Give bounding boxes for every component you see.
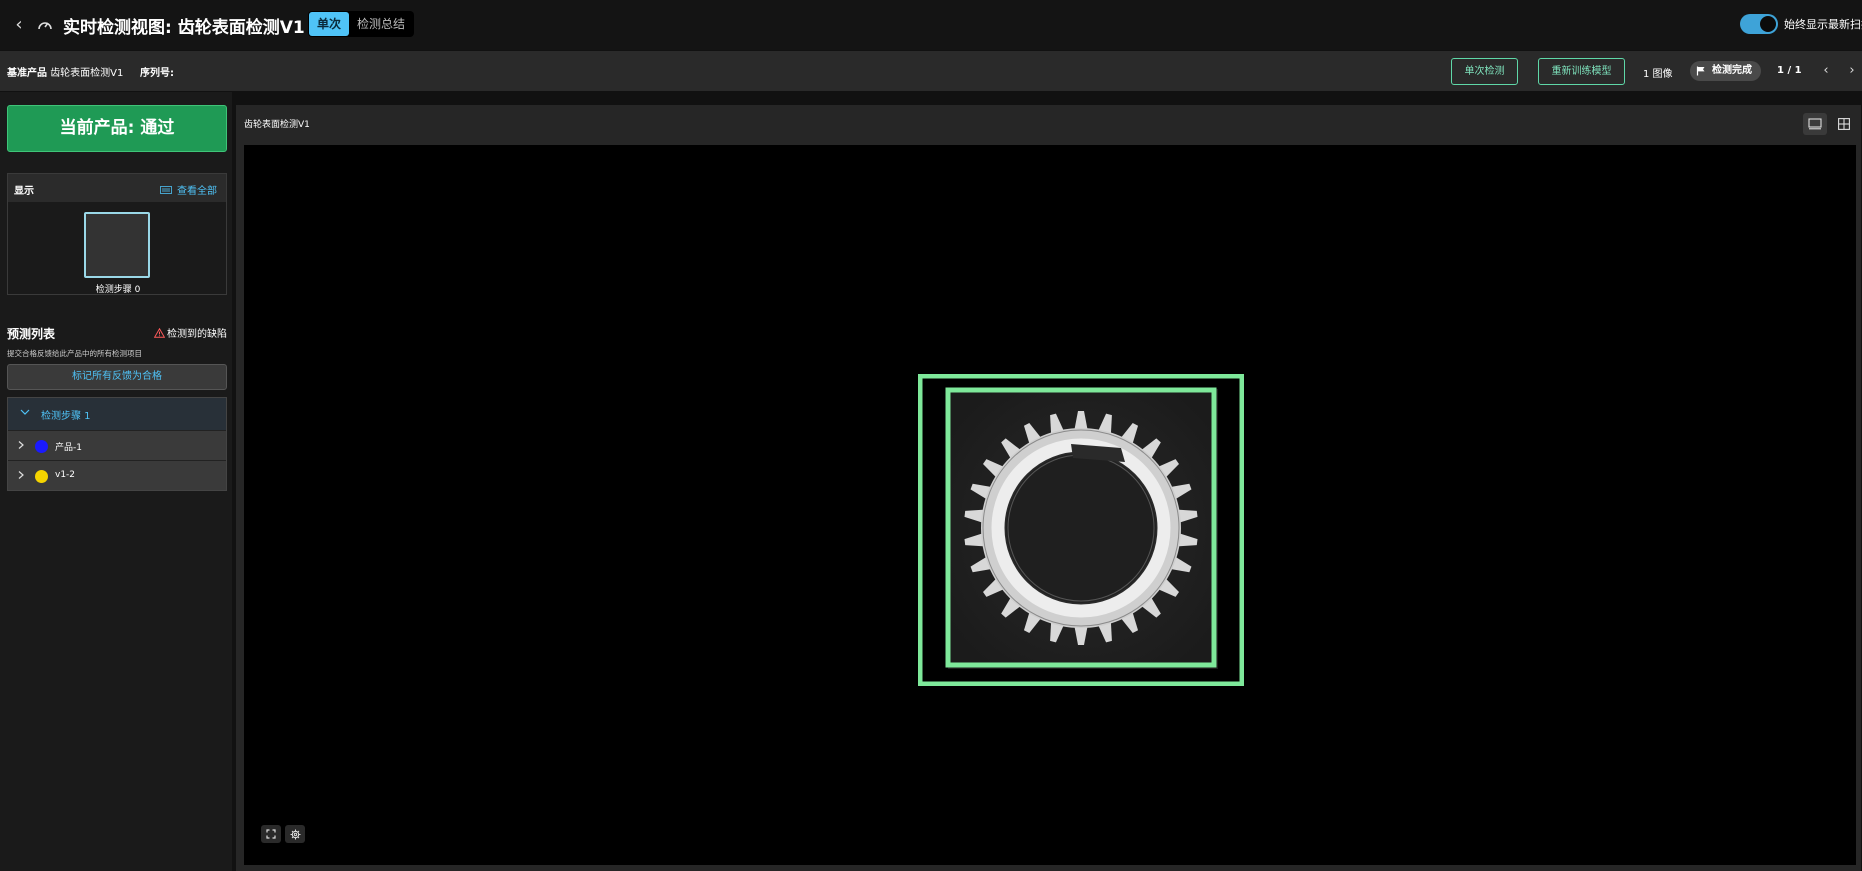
mark-all-pass-button[interactable]: 标记所有反馈为合格 xyxy=(7,364,227,390)
latest-scan-toggle[interactable] xyxy=(1740,14,1778,34)
single-inspect-button[interactable]: 单次检测 xyxy=(1451,58,1518,85)
retrain-model-button[interactable]: 重新训练模型 xyxy=(1538,58,1625,85)
grid-icon xyxy=(1838,118,1850,130)
list-icon xyxy=(160,185,172,194)
settings-button[interactable] xyxy=(285,825,305,843)
list-item[interactable]: v1-2 xyxy=(8,460,226,490)
step-group-label: 检测步骤 1 xyxy=(41,411,91,422)
product-label: 基准产品 xyxy=(7,68,47,79)
detected-defects[interactable]: 检测到的缺陷 xyxy=(154,325,227,340)
flag-icon xyxy=(1696,66,1705,76)
inspection-image xyxy=(917,373,1245,687)
list-item[interactable]: 产品-1 xyxy=(8,430,226,460)
color-dot xyxy=(35,470,48,483)
item-label: v1-2 xyxy=(55,470,76,480)
step-group-header[interactable]: 检测步骤 1 xyxy=(8,398,226,430)
tab-single[interactable]: 单次 xyxy=(309,12,350,36)
image-canvas[interactable] xyxy=(244,145,1856,865)
viewer-title: 齿轮表面检测V1 xyxy=(244,120,310,130)
status-badge: 检测完成 xyxy=(1690,61,1761,81)
display-title: 显示 xyxy=(14,186,34,197)
product-value: 齿轮表面检测V1 xyxy=(50,68,124,79)
tab-summary[interactable]: 检测总结 xyxy=(349,12,413,36)
thumbnail-label: 检测步骤 0 xyxy=(95,285,141,295)
display-header: 显示 查看全部 xyxy=(8,174,226,202)
monitor-icon xyxy=(1808,118,1822,130)
result-banner: 当前产品: 通过 xyxy=(7,105,227,152)
chevron-right-icon xyxy=(18,441,24,449)
next-page-icon[interactable]: › xyxy=(1845,63,1859,79)
view-all-label: 查看全部 xyxy=(177,186,217,197)
step-thumbnail[interactable] xyxy=(84,212,150,278)
page-title: 实时检测视图: 齿轮表面检测V1 xyxy=(63,18,305,38)
prev-page-icon[interactable]: ‹ xyxy=(1819,63,1833,79)
latest-scan-label: 始终显示最新扫描 xyxy=(1784,18,1862,31)
display-card: 显示 查看全部 检测步骤 0 xyxy=(7,173,227,295)
product-info: 基准产品 齿轮表面检测V1 xyxy=(7,64,123,79)
image-count: 1 图像 xyxy=(1643,69,1673,80)
warning-icon xyxy=(154,327,165,338)
latest-scan-toggle-group: 始终显示最新扫描 xyxy=(1740,14,1862,34)
color-dot xyxy=(35,440,48,453)
defect-label: 检测到的缺陷 xyxy=(167,329,227,340)
expand-icon xyxy=(266,829,276,839)
chevron-down-icon xyxy=(20,409,30,415)
prediction-hint: 提交合格反馈给此产品中的所有检测项目 xyxy=(7,349,142,358)
fullscreen-button[interactable] xyxy=(261,825,281,843)
grid-view-button[interactable] xyxy=(1832,113,1856,135)
status-text: 检测完成 xyxy=(1712,65,1752,76)
left-panel: 当前产品: 通过 显示 查看全部 检测步骤 0 预测列表 检测到的缺陷 提交合格… xyxy=(0,92,232,871)
view-mode-toggle: 单次 检测总结 xyxy=(308,11,415,37)
view-all-link[interactable]: 查看全部 xyxy=(160,182,217,197)
top-bar: ‹ 实时检测视图: 齿轮表面检测V1 单次 检测总结 始终显示最新扫描 xyxy=(0,0,1862,50)
item-label: 产品-1 xyxy=(55,443,82,453)
gear-icon xyxy=(290,829,300,839)
step-group: 检测步骤 1 产品-1 v1-2 xyxy=(7,397,227,491)
gauge-icon xyxy=(38,22,52,30)
page-indicator: 1 / 1 xyxy=(1777,65,1802,76)
chevron-right-icon xyxy=(18,471,24,479)
sub-header: 基准产品 齿轮表面检测V1 序列号: 单次检测 重新训练模型 1 图像 检测完成… xyxy=(0,51,1862,91)
prediction-list-title: 预测列表 xyxy=(7,327,56,341)
single-view-button[interactable] xyxy=(1803,113,1827,135)
serial-label: 序列号: xyxy=(140,68,174,79)
back-icon[interactable]: ‹ xyxy=(10,16,28,34)
image-viewer: 齿轮表面检测V1 xyxy=(236,105,1861,871)
